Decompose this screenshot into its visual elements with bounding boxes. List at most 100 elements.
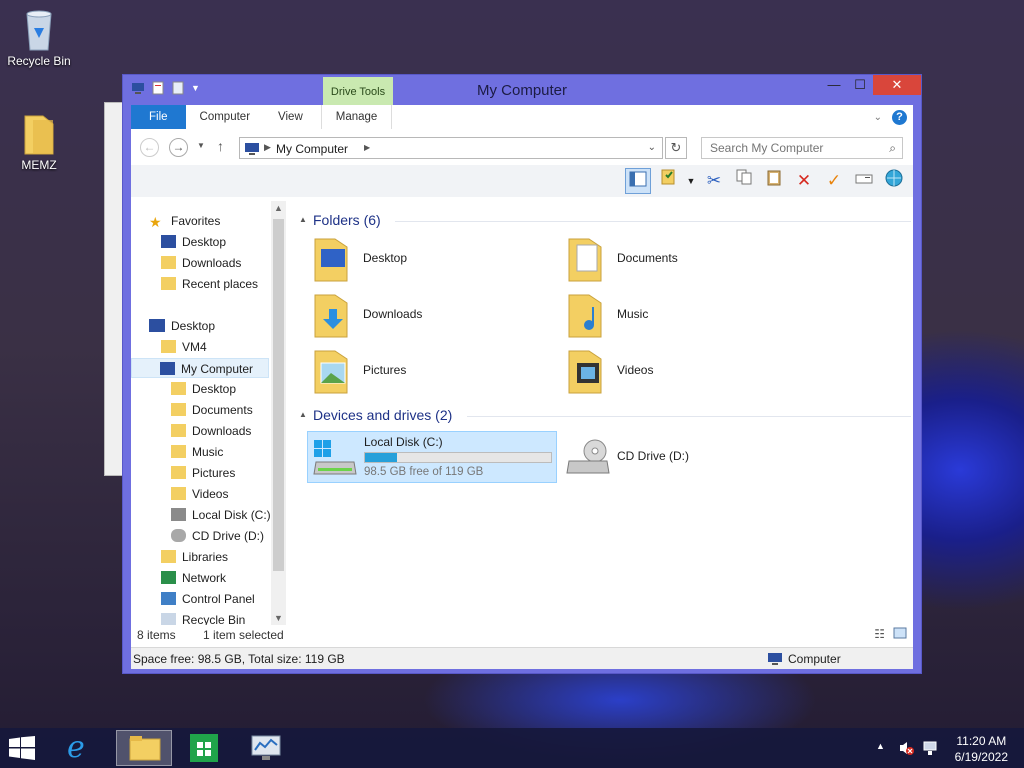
- search-box[interactable]: ⌕: [701, 137, 903, 159]
- explorer-window[interactable]: ▼ Drive Tools My Computer — ☐ ✕ File Com…: [122, 74, 922, 674]
- address-bar-row: ← → ▼ ↑ ▶ My Computer ▶ ⌄ ↻ ⌕: [131, 133, 913, 163]
- start-button[interactable]: [8, 736, 40, 762]
- volume-muted-icon[interactable]: [898, 740, 914, 759]
- tab-file[interactable]: File: [131, 105, 186, 129]
- check-icon[interactable]: ✓: [821, 168, 847, 194]
- folder-downloads[interactable]: Downloads: [311, 291, 551, 341]
- nav-pc-pictures[interactable]: Pictures: [171, 463, 235, 483]
- nav-vm4[interactable]: VM4: [161, 337, 207, 357]
- details-bar: Space free: 98.5 GB, Total size: 119 GB …: [131, 647, 913, 669]
- nav-pc-cd-drive[interactable]: CD Drive (D:): [171, 526, 264, 546]
- star-icon: ★: [149, 214, 162, 230]
- nav-favorites[interactable]: ★ Favorites: [149, 211, 220, 231]
- nav-my-computer[interactable]: My Computer: [131, 358, 269, 378]
- address-field[interactable]: ▶ My Computer ▶ ⌄: [239, 137, 663, 159]
- hard-drive-icon: [171, 508, 186, 521]
- title-bar[interactable]: ▼ Drive Tools My Computer — ☐ ✕: [123, 75, 921, 105]
- desktop-icon-label: Recycle Bin: [7, 54, 71, 68]
- desktop-icon-memz[interactable]: MEMZ: [4, 110, 74, 172]
- nav-pc-downloads[interactable]: Downloads: [171, 421, 251, 441]
- recent-locations-icon[interactable]: ▼: [197, 141, 205, 150]
- nav-scrollbar[interactable]: ▲ ▼: [271, 201, 286, 625]
- folder-icon: [19, 110, 59, 155]
- nav-fav-downloads[interactable]: Downloads: [161, 253, 241, 273]
- drive-local-disk[interactable]: Local Disk (C:) 98.5 GB free of 119 GB: [307, 431, 557, 483]
- recent-places-icon: [161, 277, 176, 290]
- clock[interactable]: 11:20 AM 6/19/2022: [955, 733, 1008, 765]
- folder-pictures[interactable]: Pictures: [311, 347, 551, 397]
- minimize-button[interactable]: —: [821, 75, 847, 95]
- ribbon-tabs: File Computer View Manage ⌄ ?: [131, 105, 913, 129]
- maximize-button[interactable]: ☐: [847, 75, 873, 95]
- store-icon: [190, 734, 218, 762]
- nav-pc-documents[interactable]: Documents: [171, 400, 253, 420]
- forward-button[interactable]: →: [169, 138, 188, 157]
- chevron-right-icon: ▶: [264, 142, 271, 152]
- tab-manage[interactable]: Manage: [320, 105, 393, 129]
- folders-group-header[interactable]: Folders (6): [313, 212, 381, 228]
- chevron-up-icon[interactable]: ▲: [299, 410, 307, 419]
- scrollbar-thumb[interactable]: [273, 219, 284, 571]
- nav-pc-desktop[interactable]: Desktop: [171, 379, 236, 399]
- chevron-down-icon[interactable]: ⌄: [648, 142, 656, 153]
- close-button[interactable]: ✕: [873, 75, 921, 95]
- nav-recycle-bin[interactable]: Recycle Bin: [161, 610, 245, 625]
- folder-music[interactable]: Music: [565, 291, 805, 341]
- paste-icon[interactable]: [761, 168, 787, 194]
- show-hidden-icons-icon[interactable]: ▲: [876, 741, 885, 751]
- cut-icon[interactable]: ✂: [701, 168, 727, 194]
- network-icon[interactable]: [922, 740, 938, 759]
- desktop-icon-recycle-bin[interactable]: Recycle Bin: [4, 6, 74, 68]
- drive-usage-bar: [364, 452, 552, 463]
- nav-libraries[interactable]: Libraries: [161, 547, 228, 567]
- rename-icon[interactable]: [851, 168, 877, 194]
- tab-view[interactable]: View: [264, 105, 317, 129]
- computer-icon: [767, 652, 783, 668]
- nav-fav-recent[interactable]: Recent places: [161, 274, 258, 294]
- back-button[interactable]: ←: [140, 138, 159, 157]
- nav-desktop[interactable]: Desktop: [149, 316, 215, 336]
- cd-drive-icon: [171, 529, 186, 542]
- chevron-right-icon: ▶: [364, 143, 371, 152]
- help-icon[interactable]: ?: [892, 109, 907, 125]
- control-panel-icon: [161, 592, 176, 605]
- divider: [467, 416, 911, 417]
- nav-pc-local-disk[interactable]: Local Disk (C:): [171, 505, 271, 525]
- clock-time: 11:20 AM: [956, 734, 1007, 748]
- properties-icon[interactable]: [655, 168, 681, 194]
- folder-icon: [171, 382, 186, 395]
- taskbar-file-explorer[interactable]: [116, 730, 172, 766]
- expand-ribbon-icon[interactable]: ⌄: [874, 112, 882, 123]
- chevron-down-icon[interactable]: ▼: [685, 168, 697, 194]
- folder-documents[interactable]: Documents: [565, 235, 805, 285]
- taskbar-internet-explorer[interactable]: e: [56, 730, 112, 766]
- devices-group-header[interactable]: Devices and drives (2): [313, 407, 452, 423]
- chevron-down-icon[interactable]: ▼: [274, 613, 283, 623]
- preview-pane-icon[interactable]: [625, 168, 651, 194]
- nav-control-panel[interactable]: Control Panel: [161, 589, 255, 609]
- taskbar-performance-monitor[interactable]: [238, 730, 294, 766]
- computer-icon: [244, 142, 260, 158]
- drive-cd[interactable]: CD Drive (D:): [561, 431, 811, 483]
- taskbar-store[interactable]: [176, 730, 232, 766]
- chevron-up-icon[interactable]: ▲: [299, 215, 307, 224]
- drive-free-text: 98.5 GB free of 119 GB: [364, 466, 484, 478]
- globe-icon[interactable]: [881, 168, 907, 194]
- folder-videos[interactable]: Videos: [565, 347, 805, 397]
- copy-icon[interactable]: [731, 168, 757, 194]
- chevron-up-icon[interactable]: ▲: [274, 203, 283, 213]
- nav-pc-videos[interactable]: Videos: [171, 484, 228, 504]
- search-input[interactable]: [702, 138, 872, 158]
- delete-icon[interactable]: ✕: [791, 168, 817, 194]
- refresh-button[interactable]: ↻: [665, 137, 687, 159]
- breadcrumb[interactable]: My Computer: [276, 142, 348, 156]
- nav-fav-desktop[interactable]: Desktop: [161, 232, 226, 252]
- up-button[interactable]: ↑: [217, 138, 224, 154]
- nav-network[interactable]: Network: [161, 568, 226, 588]
- details-view-icon[interactable]: ☷: [874, 627, 885, 641]
- tab-computer[interactable]: Computer: [186, 105, 265, 129]
- folder-desktop[interactable]: Desktop: [311, 235, 551, 285]
- search-icon[interactable]: ⌕: [889, 141, 896, 156]
- large-icons-view-icon[interactable]: [893, 627, 907, 642]
- nav-pc-music[interactable]: Music: [171, 442, 223, 462]
